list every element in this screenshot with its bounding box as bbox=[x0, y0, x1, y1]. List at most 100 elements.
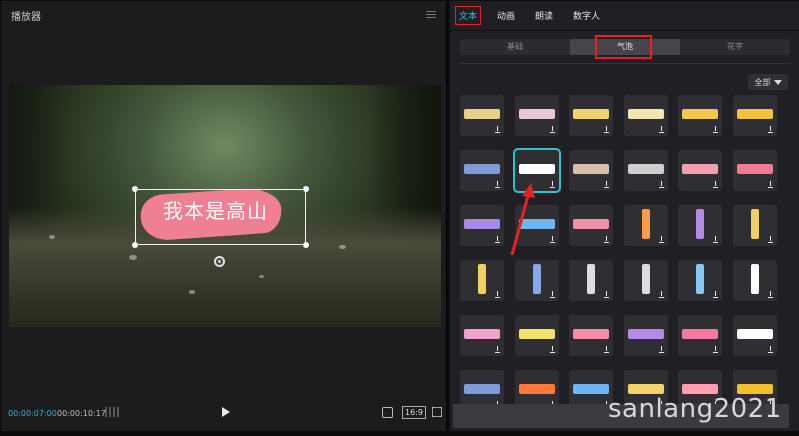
player-controls: 00:00:07:00 00:00:10:17 16:9 bbox=[1, 401, 447, 425]
splash bbox=[129, 255, 137, 260]
subtab-fancy-text[interactable]: 花字 bbox=[680, 39, 790, 55]
bubble-template-tile[interactable] bbox=[569, 260, 613, 301]
download-icon[interactable] bbox=[712, 346, 719, 353]
aspect-ratio-button[interactable]: 16:9 bbox=[402, 406, 426, 419]
bubble-template-tile[interactable] bbox=[732, 205, 777, 246]
download-icon[interactable] bbox=[549, 291, 556, 298]
download-icon[interactable] bbox=[712, 236, 719, 243]
download-icon[interactable] bbox=[658, 291, 665, 298]
divider bbox=[460, 63, 790, 64]
download-icon[interactable] bbox=[603, 126, 610, 133]
subtab-basic[interactable]: 基础 bbox=[460, 39, 570, 55]
text-selection-box[interactable] bbox=[132, 186, 309, 248]
template-preview bbox=[641, 209, 650, 239]
download-icon[interactable] bbox=[494, 126, 501, 133]
bubble-template-tile[interactable] bbox=[514, 315, 559, 356]
download-icon[interactable] bbox=[494, 291, 501, 298]
bubble-template-tile[interactable] bbox=[569, 315, 613, 356]
download-icon[interactable] bbox=[549, 126, 556, 133]
download-icon[interactable] bbox=[712, 291, 719, 298]
bubble-template-tile[interactable] bbox=[678, 315, 722, 356]
resize-handle-tl[interactable] bbox=[132, 186, 138, 192]
bubble-template-tile[interactable] bbox=[460, 205, 504, 246]
bubble-template-tile[interactable] bbox=[732, 260, 777, 301]
bubble-template-tile[interactable] bbox=[623, 205, 668, 246]
download-icon[interactable] bbox=[767, 126, 774, 133]
bubble-template-tile[interactable] bbox=[460, 260, 504, 301]
bubble-template-tile[interactable] bbox=[623, 95, 668, 136]
download-icon[interactable] bbox=[549, 181, 556, 188]
download-icon[interactable] bbox=[549, 346, 556, 353]
bubble-template-tile[interactable] bbox=[678, 260, 722, 301]
template-preview bbox=[736, 109, 773, 119]
bubble-template-tile[interactable] bbox=[460, 315, 504, 356]
filter-button[interactable]: 全部 bbox=[748, 74, 788, 90]
template-preview bbox=[518, 384, 555, 394]
tab-text[interactable]: 文本 bbox=[454, 6, 482, 25]
bubble-template-tile[interactable] bbox=[460, 95, 504, 136]
download-icon[interactable] bbox=[658, 126, 665, 133]
bubble-template-tile[interactable] bbox=[512, 148, 561, 193]
bubble-template-tile[interactable] bbox=[732, 315, 777, 356]
template-preview bbox=[573, 164, 609, 174]
bubble-template-tile[interactable] bbox=[678, 205, 722, 246]
resize-handle-bl[interactable] bbox=[132, 242, 138, 248]
download-icon[interactable] bbox=[549, 236, 556, 243]
play-icon[interactable] bbox=[222, 407, 230, 417]
timeline-grid-icon[interactable] bbox=[105, 407, 119, 417]
splash bbox=[259, 275, 264, 278]
bubble-template-tile[interactable] bbox=[514, 260, 559, 301]
template-preview bbox=[518, 164, 555, 174]
template-preview bbox=[627, 384, 664, 394]
download-icon[interactable] bbox=[712, 181, 719, 188]
fullscreen-icon[interactable] bbox=[432, 407, 442, 417]
tab-digital-human[interactable]: 数字人 bbox=[570, 7, 603, 24]
rotate-icon[interactable] bbox=[214, 256, 225, 267]
download-icon[interactable] bbox=[603, 181, 610, 188]
download-icon[interactable] bbox=[767, 346, 774, 353]
resize-handle-tr[interactable] bbox=[303, 186, 309, 192]
download-icon[interactable] bbox=[658, 236, 665, 243]
tab-animation[interactable]: 动画 bbox=[494, 7, 518, 24]
download-icon[interactable] bbox=[603, 291, 610, 298]
fit-screen-icon[interactable] bbox=[382, 407, 393, 418]
download-icon[interactable] bbox=[767, 291, 774, 298]
template-preview bbox=[750, 264, 759, 294]
bubble-template-tile[interactable] bbox=[732, 95, 777, 136]
player-title: 播放器 bbox=[11, 11, 41, 23]
bubble-template-tile[interactable] bbox=[623, 260, 668, 301]
splash bbox=[49, 235, 55, 239]
download-icon[interactable] bbox=[603, 346, 610, 353]
watermark-text: sanlang2021 bbox=[608, 394, 782, 424]
tab-read-aloud[interactable]: 朗读 bbox=[532, 7, 556, 24]
resize-handle-br[interactable] bbox=[303, 242, 309, 248]
bubble-template-tile[interactable] bbox=[514, 205, 559, 246]
bubble-template-tile[interactable] bbox=[569, 150, 613, 191]
template-preview bbox=[464, 384, 500, 394]
bubble-template-tile[interactable] bbox=[623, 315, 668, 356]
bubble-template-tile[interactable] bbox=[623, 150, 668, 191]
download-icon[interactable] bbox=[603, 236, 610, 243]
download-icon[interactable] bbox=[494, 236, 501, 243]
splash bbox=[189, 290, 195, 294]
bubble-template-tile[interactable] bbox=[678, 95, 722, 136]
bubble-template-tile[interactable] bbox=[678, 150, 722, 191]
bubble-template-tile[interactable] bbox=[732, 150, 777, 191]
template-preview bbox=[573, 109, 609, 119]
template-preview bbox=[464, 109, 500, 119]
menu-icon[interactable] bbox=[426, 11, 436, 19]
player-header: 播放器 bbox=[1, 1, 446, 29]
download-icon[interactable] bbox=[767, 236, 774, 243]
bubble-template-tile[interactable] bbox=[460, 150, 504, 191]
template-preview bbox=[518, 329, 555, 339]
download-icon[interactable] bbox=[658, 346, 665, 353]
download-icon[interactable] bbox=[712, 126, 719, 133]
bubble-template-tile[interactable] bbox=[514, 95, 559, 136]
bubble-template-tile[interactable] bbox=[569, 95, 613, 136]
template-preview bbox=[682, 109, 718, 119]
download-icon[interactable] bbox=[494, 181, 501, 188]
download-icon[interactable] bbox=[767, 181, 774, 188]
bubble-template-tile[interactable] bbox=[569, 205, 613, 246]
download-icon[interactable] bbox=[658, 181, 665, 188]
download-icon[interactable] bbox=[494, 346, 501, 353]
